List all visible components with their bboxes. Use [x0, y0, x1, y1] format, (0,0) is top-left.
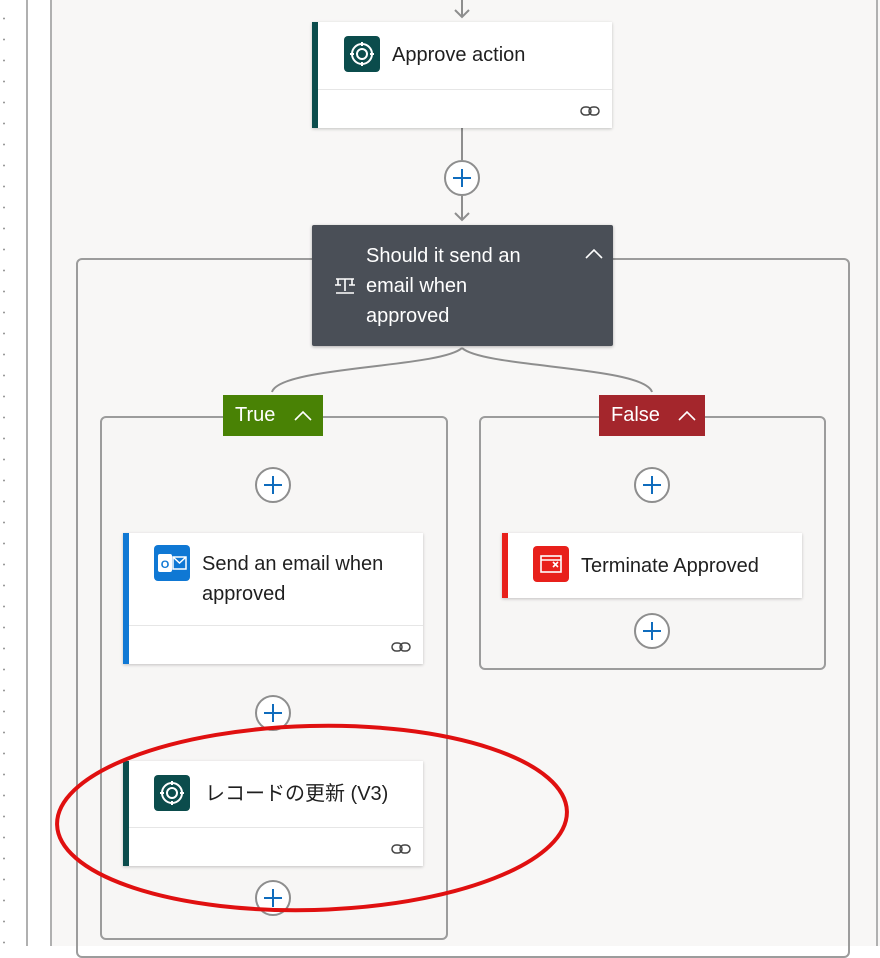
add-step-button[interactable]: [255, 467, 291, 503]
send-email-card[interactable]: O Send an email when approved: [123, 533, 423, 664]
chevron-up-icon[interactable]: [293, 409, 313, 423]
condition-title: Should it send an email when approved: [366, 245, 521, 327]
terminate-card[interactable]: Terminate Approved: [502, 533, 802, 598]
link-icon[interactable]: [391, 640, 411, 654]
card-footer: [129, 827, 423, 866]
add-step-button[interactable]: [255, 880, 291, 916]
dataverse-icon: [154, 775, 190, 811]
send-email-title: Send an email when approved: [202, 553, 384, 605]
card-footer: [129, 625, 423, 664]
false-branch-label: False: [611, 404, 660, 426]
true-branch-tag[interactable]: True: [223, 395, 323, 436]
plus-icon: [643, 476, 661, 494]
svg-text:O: O: [161, 559, 170, 571]
add-step-button[interactable]: [255, 695, 291, 731]
add-step-button[interactable]: [634, 613, 670, 649]
terminate-title: Terminate Approved: [581, 555, 759, 577]
update-record-title: レコードの更新 (V3): [205, 783, 389, 805]
add-step-button[interactable]: [444, 160, 480, 196]
plus-icon: [264, 476, 282, 494]
chevron-up-icon[interactable]: [584, 247, 604, 261]
plus-icon: [264, 704, 282, 722]
true-branch-label: True: [235, 404, 276, 426]
false-branch-tag[interactable]: False: [599, 395, 705, 436]
condition-card[interactable]: Should it send an email when approved: [312, 225, 613, 346]
update-record-card[interactable]: レコードの更新 (V3): [123, 761, 423, 866]
plus-icon: [453, 169, 471, 187]
card-footer: [318, 89, 612, 128]
approve-action-title: Approve action: [392, 44, 526, 66]
terminate-icon: [533, 546, 569, 582]
outlook-icon: O: [154, 545, 190, 581]
dataverse-icon: [344, 36, 380, 72]
condition-icon: [335, 278, 355, 294]
plus-icon: [264, 889, 282, 907]
approve-action-card[interactable]: Approve action: [312, 22, 612, 128]
plus-icon: [643, 622, 661, 640]
link-icon[interactable]: [391, 842, 411, 856]
add-step-button[interactable]: [634, 467, 670, 503]
chevron-up-icon[interactable]: [677, 409, 697, 423]
link-icon[interactable]: [580, 104, 600, 118]
